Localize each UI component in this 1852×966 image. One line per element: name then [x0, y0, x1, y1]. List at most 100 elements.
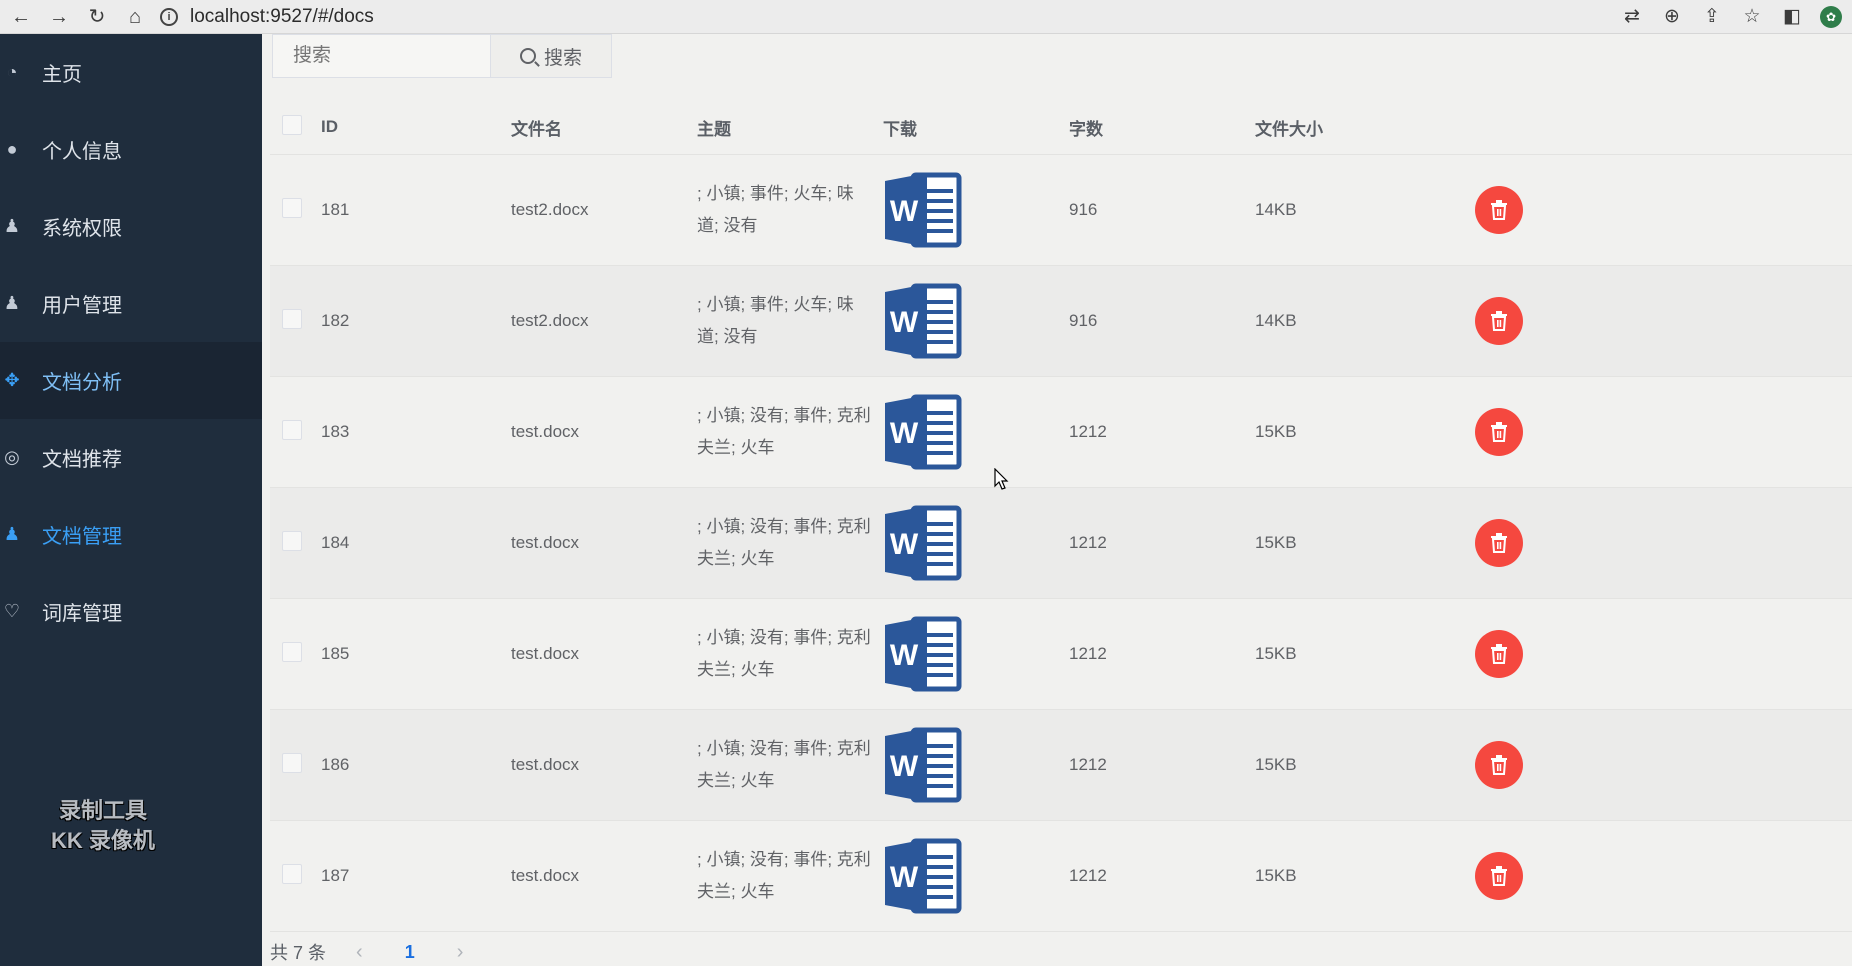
cell-filename-text: test2.docx [511, 311, 589, 330]
row-checkbox[interactable] [282, 197, 302, 218]
row-checkbox[interactable] [282, 419, 302, 440]
page-number-button[interactable]: 1 [405, 942, 415, 963]
row-checkbox[interactable] [282, 641, 302, 662]
compass-icon: ◎ [4, 447, 20, 467]
row-select-cell [270, 820, 321, 932]
cell-filename-text: test.docx [511, 533, 580, 552]
sidebar-item-profile[interactable]: ● 个人信息 [0, 111, 262, 188]
next-page-button[interactable]: › [457, 941, 464, 964]
delete-button[interactable] [1475, 186, 1523, 234]
sidebar-item-doc-recommend[interactable]: ◎ 文档推荐 [0, 419, 262, 496]
cell-id-text: 186 [321, 755, 350, 774]
cell-size-text: 15KB [1255, 533, 1297, 552]
cell-actions [1475, 820, 1852, 932]
cell-id: 184 [321, 487, 511, 599]
browser-nav: ← → ↻ ⌂ [2, 7, 154, 27]
row-checkbox[interactable] [282, 863, 302, 884]
cell-filename-text: test.docx [511, 644, 580, 663]
cell-filename: test2.docx [511, 265, 697, 377]
svg-text:W: W [890, 750, 919, 783]
cell-words: 1212 [1069, 487, 1255, 599]
sidebar-icon[interactable]: ◧ [1772, 5, 1812, 28]
word-document-icon[interactable]: W [883, 502, 965, 584]
home-icon[interactable]: ⌂ [116, 7, 154, 27]
column-header-words[interactable]: 字数 [1069, 100, 1255, 155]
select-all-cell [270, 100, 321, 155]
sidebar-item-lexicon[interactable]: ♡ 词库管理 [0, 573, 262, 650]
zoom-icon[interactable]: ⊕ [1652, 5, 1692, 28]
cell-topic-text: ; 小镇; 事件; 火车; 味道; 没有 [697, 295, 854, 346]
extension-icon[interactable]: ✿ [1820, 5, 1842, 28]
delete-button[interactable] [1475, 297, 1523, 345]
cell-topic-text: ; 小镇; 没有; 事件; 克利夫兰; 火车 [697, 517, 871, 568]
table-row: 181 test2.docx ; 小镇; 事件; 火车; 味道; 没有 W 91… [270, 154, 1852, 266]
row-checkbox[interactable] [282, 308, 302, 329]
word-document-icon[interactable]: W [883, 835, 965, 917]
word-document-icon[interactable]: W [883, 613, 965, 695]
cell-topic-text: ; 小镇; 没有; 事件; 克利夫兰; 火车 [697, 628, 871, 679]
column-header-id[interactable]: ID [321, 100, 511, 155]
sidebar-item-label: 文档推荐 [42, 449, 122, 471]
share-icon[interactable]: ⇪ [1692, 5, 1732, 28]
sidebar-item-doc-analysis[interactable]: ✥ 文档分析 [0, 342, 262, 419]
cell-id-text: 182 [321, 311, 350, 330]
forward-icon[interactable]: → [40, 7, 78, 27]
trash-icon [1491, 200, 1507, 220]
word-document-icon[interactable]: W [883, 280, 965, 362]
search-button[interactable]: 搜索 [490, 34, 612, 78]
site-info-icon[interactable]: i [160, 7, 178, 26]
column-header-size[interactable]: 文件大小 [1255, 100, 1475, 155]
cell-download: W [883, 265, 1069, 377]
word-document-icon[interactable]: W [883, 724, 965, 806]
table-row: 187 test.docx ; 小镇; 没有; 事件; 克利夫兰; 火车 W 1… [270, 820, 1852, 932]
sidebar-item-home[interactable]: ◔ 主页 [0, 34, 262, 111]
cell-filename: test.docx [511, 487, 697, 599]
svg-text:W: W [890, 861, 919, 894]
select-all-checkbox[interactable] [282, 114, 302, 135]
cell-actions [1475, 376, 1852, 488]
reload-icon[interactable]: ↻ [78, 7, 116, 27]
url-text[interactable]: localhost:9527/#/docs [190, 6, 374, 28]
translate-icon[interactable]: ⇄ [1612, 5, 1652, 28]
back-icon[interactable]: ← [2, 7, 40, 27]
star-icon[interactable]: ☆ [1732, 5, 1772, 28]
delete-button[interactable] [1475, 852, 1523, 900]
word-document-icon[interactable]: W [883, 169, 965, 251]
address-bar[interactable]: i localhost:9527/#/docs [160, 6, 374, 28]
cell-actions [1475, 265, 1852, 377]
column-header-filename[interactable]: 文件名 [511, 100, 697, 155]
sidebar-item-users[interactable]: ♟ 用户管理 [0, 265, 262, 342]
cell-words-text: 1212 [1069, 866, 1107, 885]
word-document-icon[interactable]: W [883, 391, 965, 473]
cell-id: 185 [321, 598, 511, 710]
sidebar-item-label: 主页 [42, 64, 82, 86]
row-checkbox[interactable] [282, 530, 302, 551]
sidebar-item-doc-manage[interactable]: ♟ 文档管理 [0, 496, 262, 573]
delete-button[interactable] [1475, 519, 1523, 567]
row-checkbox[interactable] [282, 752, 302, 773]
delete-button[interactable] [1475, 630, 1523, 678]
cell-words: 916 [1069, 265, 1255, 377]
sidebar-item-permissions[interactable]: ♟ 系统权限 [0, 188, 262, 265]
cell-size-text: 14KB [1255, 200, 1297, 219]
svg-text:W: W [890, 195, 919, 228]
main-content: 搜索 ID 文件名 主题 下载 字数 文件大小 181 test2.docx ;… [262, 34, 1852, 966]
svg-text:W: W [890, 528, 919, 561]
cell-id-text: 187 [321, 866, 350, 885]
prev-page-button[interactable]: ‹ [356, 941, 363, 964]
user-icon: ● [6, 139, 18, 159]
column-header-download[interactable]: 下载 [883, 100, 1069, 155]
svg-text:W: W [890, 639, 919, 672]
cell-topic: ; 小镇; 没有; 事件; 克利夫兰; 火车 [697, 820, 883, 932]
trash-icon [1491, 755, 1507, 775]
column-header-topic[interactable]: 主题 [697, 100, 883, 155]
delete-button[interactable] [1475, 741, 1523, 789]
sidebar-item-label: 词库管理 [42, 603, 122, 625]
cell-download: W [883, 154, 1069, 266]
search-input[interactable] [272, 34, 490, 78]
cell-id: 181 [321, 154, 511, 266]
cell-size: 15KB [1255, 487, 1475, 599]
cell-words-text: 1212 [1069, 755, 1107, 774]
cell-filename-text: test2.docx [511, 200, 589, 219]
delete-button[interactable] [1475, 408, 1523, 456]
